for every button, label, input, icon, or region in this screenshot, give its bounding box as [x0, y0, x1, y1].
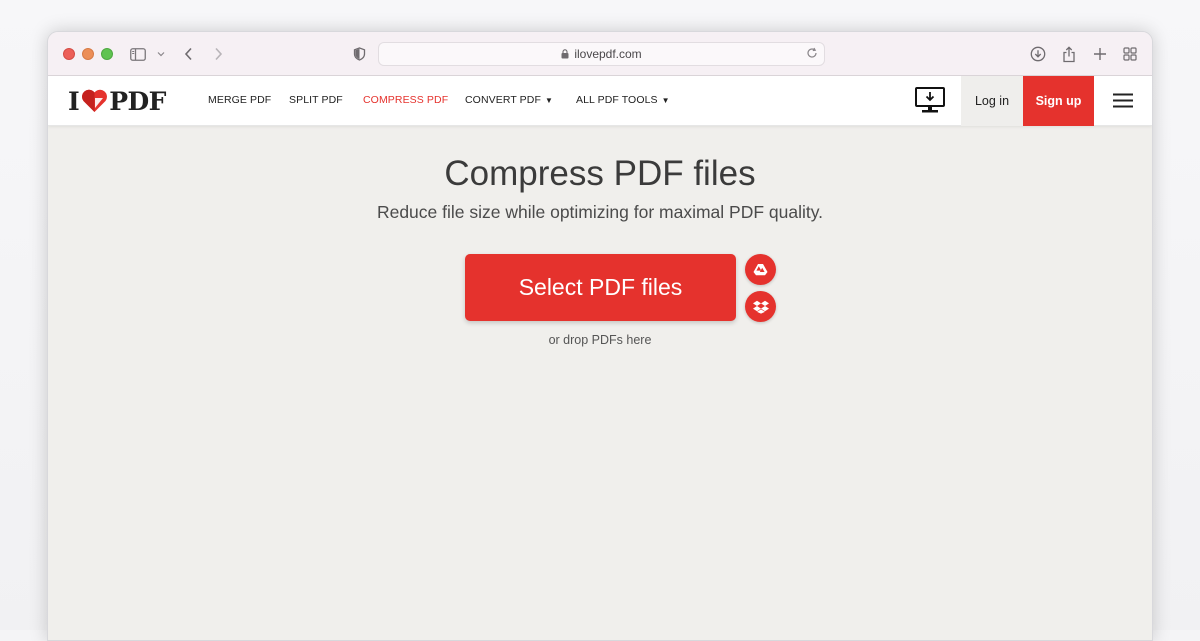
- nav-compress-pdf[interactable]: COMPRESS PDF: [363, 94, 448, 106]
- page-subtitle: Reduce file size while optimizing for ma…: [376, 202, 824, 222]
- login-button[interactable]: Log in: [961, 76, 1023, 126]
- address-bar[interactable]: ilovepdf.com: [378, 42, 825, 66]
- privacy-shield-icon[interactable]: [351, 44, 367, 64]
- google-drive-icon[interactable]: [745, 254, 776, 285]
- share-icon[interactable]: [1060, 44, 1078, 64]
- ilovepdf-logo[interactable]: I PDF: [68, 86, 166, 116]
- desktop-download-icon[interactable]: [915, 87, 945, 119]
- minimize-window-button[interactable]: [82, 48, 94, 60]
- hamburger-menu-icon[interactable]: [1113, 93, 1133, 113]
- nav-split-pdf-label: SPLIT PDF: [289, 94, 343, 106]
- dropbox-icon[interactable]: [745, 291, 776, 322]
- reload-icon[interactable]: [806, 47, 818, 62]
- chevron-down-icon[interactable]: [155, 44, 167, 64]
- page-title: Compress PDF files: [444, 154, 756, 193]
- select-pdf-files-button[interactable]: Select PDF files: [465, 254, 736, 321]
- nav-merge-pdf[interactable]: MERGE PDF: [208, 94, 271, 106]
- address-text: ilovepdf.com: [574, 47, 642, 61]
- nav-all-pdf-tools[interactable]: ALL PDF TOOLS ▼: [576, 94, 670, 106]
- caret-down-icon: ▼: [544, 95, 554, 105]
- new-tab-icon[interactable]: [1091, 44, 1109, 64]
- back-icon[interactable]: [181, 44, 195, 64]
- sidebar-icon[interactable]: [129, 44, 147, 64]
- close-window-button[interactable]: [63, 48, 75, 60]
- site-header: I PDF MERGE PDF SPLIT PDF COMPRESS PDF C…: [48, 76, 1152, 126]
- drop-hint: or drop PDFs here: [548, 333, 652, 347]
- nav-compress-pdf-label: COMPRESS PDF: [363, 94, 449, 106]
- browser-toolbar: ilovepdf.com: [48, 32, 1152, 76]
- heart-icon: [81, 89, 108, 113]
- caret-down-icon: ▼: [661, 95, 670, 105]
- nav-split-pdf[interactable]: SPLIT PDF: [289, 94, 343, 106]
- lock-icon: [561, 49, 569, 59]
- zoom-window-button[interactable]: [101, 48, 113, 60]
- logo-text-right: PDF: [109, 86, 166, 116]
- logo-text-left: I: [68, 86, 80, 116]
- tab-overview-icon[interactable]: [1121, 44, 1139, 64]
- nav-all-pdf-tools-label: ALL PDF TOOLS: [576, 94, 658, 106]
- browser-window: ilovepdf.com I PDF MERGE PDF SPLIT PDF C…: [47, 31, 1153, 641]
- nav-convert-pdf[interactable]: CONVERT PDF ▼: [465, 94, 553, 106]
- nav-merge-pdf-label: MERGE PDF: [208, 94, 272, 106]
- download-icon[interactable]: [1029, 44, 1047, 64]
- nav-convert-pdf-label: CONVERT PDF: [465, 94, 541, 106]
- signup-button[interactable]: Sign up: [1023, 76, 1094, 126]
- forward-icon[interactable]: [211, 44, 225, 64]
